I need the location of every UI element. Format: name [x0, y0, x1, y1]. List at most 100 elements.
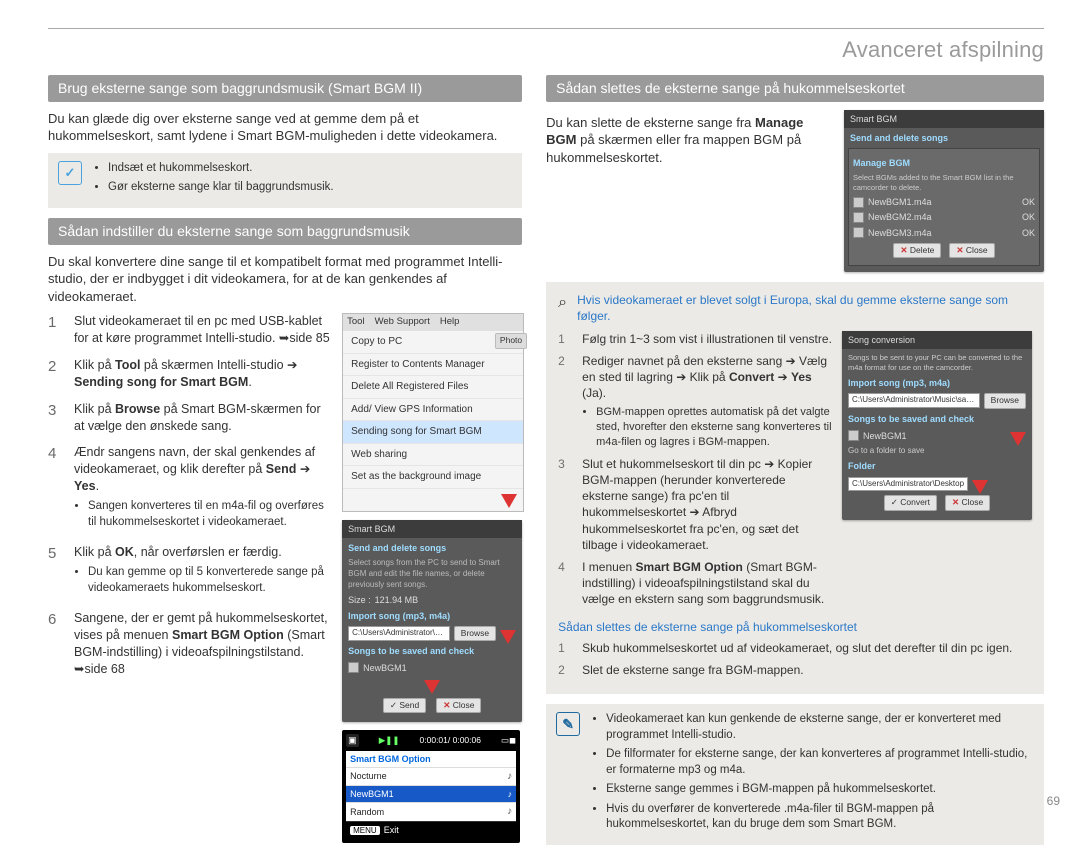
check-icon: [58, 161, 82, 185]
note-item: Eksterne sange gemmes i BGM-mappen på hu…: [606, 782, 1034, 798]
close-button[interactable]: ✕ Close: [436, 698, 481, 713]
delete-steps: 1Skub hukommelseskortet ud af videokamer…: [558, 640, 1032, 678]
song-item: NewBGM1: [863, 430, 907, 442]
info-step-4: I menuen Smart BGM Option (Smart BGM-ind…: [582, 559, 832, 608]
left-column: Brug eksterne sange som baggrundsmusik (…: [48, 75, 522, 855]
intelli-studio-menu: Tool Web Support Help Copy to PC Registe…: [342, 313, 524, 512]
info-lead: Hvis videokameraet er blevet solgt i Eur…: [577, 292, 1032, 324]
red-arrow-icon: [501, 494, 517, 508]
prereq-item: Indsæt et hukommelseskort.: [108, 161, 334, 177]
menu-item[interactable]: Register to Contents Manager: [343, 354, 523, 377]
delete-section-title: Sådan slettes de eksterne sange på hukom…: [558, 619, 1032, 635]
step-3: Klik på Browse på Smart BGM-skærmen for …: [74, 401, 332, 435]
smart-bgm-panel: Smart BGM Send and delete songs Select s…: [342, 520, 522, 722]
note-item: Hvis du overfører de konverterede .m4a-f…: [606, 802, 1034, 833]
browse-button[interactable]: Browse: [454, 626, 496, 641]
menu-item-sending-song[interactable]: Sending song for Smart BGM: [343, 421, 523, 444]
europe-infobox: Hvis videokameraet er blevet solgt i Eur…: [546, 282, 1044, 694]
delete-step-2: Slet de eksterne sange fra BGM-mappen.: [582, 662, 1032, 678]
battery-icon: ▭◼: [501, 735, 516, 746]
play-time: 0:00:01/ 0:00:06: [420, 735, 481, 746]
song-item: NewBGM1: [363, 662, 407, 674]
checkbox-icon[interactable]: [848, 430, 859, 441]
panel-title: Smart BGM: [342, 520, 522, 538]
folder-label: Folder: [848, 460, 1026, 472]
right-lead: Du kan slette de eksterne sange fra Mana…: [546, 114, 834, 167]
delete-button[interactable]: ✕ Delete: [893, 243, 941, 258]
panel-hint: Select songs from the PC to send to Smar…: [348, 558, 516, 590]
step-5-sub: Du kan gemme op til 5 konverterede sange…: [88, 565, 332, 596]
import-label: Import song (mp3, m4a): [848, 377, 1026, 389]
prereq-item: Gør eksterne sange klar til baggrundsmus…: [108, 180, 334, 196]
panel-title: Smart BGM: [850, 114, 897, 124]
go-label: Go to a folder to save: [848, 446, 1026, 457]
step-2: Klik på Tool på skærmen Intelli-studio ➔…: [74, 357, 332, 391]
bgm-option-row[interactable]: Random♪: [346, 802, 516, 821]
size-label: Size :: [348, 594, 371, 606]
manage-row[interactable]: NewBGM2.m4aOK: [853, 211, 1035, 223]
panel-sub: Send and delete songs: [850, 132, 1038, 144]
close-button[interactable]: ✕ Close: [949, 243, 994, 258]
prereq-list: Indsæt et hukommelseskort. Gør eksterne …: [92, 161, 334, 200]
step-1: Slut videokameraet til en pc med USB-kab…: [74, 313, 332, 347]
page-title: Avanceret afspilning: [48, 35, 1044, 65]
pen-icon: [556, 712, 580, 736]
left-banner-1: Brug eksterne sange som baggrundsmusik (…: [48, 75, 522, 102]
right-column: Sådan slettes de eksterne sange på hukom…: [546, 75, 1044, 855]
panel-title: Song conversion: [842, 331, 1032, 349]
songs-to-send-label: Songs to be saved and check: [348, 645, 516, 657]
red-arrow-icon: [500, 630, 516, 644]
bgm-option-row[interactable]: Nocturne♪: [346, 767, 516, 786]
inner-hint: Select BGMs added to the Smart BGM list …: [853, 173, 1035, 193]
playback-overlay: ▣ ▶❚❚ 0:00:01/ 0:00:06 ▭◼ Smart BGM Opti…: [342, 730, 520, 842]
red-arrow-icon: [972, 480, 988, 494]
left-steps-area: 1Slut videokameraet til en pc med USB-ka…: [48, 313, 522, 842]
browse-button[interactable]: Browse: [984, 393, 1026, 408]
size-value: 121.94 MB: [375, 594, 419, 606]
menu-item[interactable]: Add/ View GPS Information: [343, 399, 523, 422]
top-rule: [48, 28, 1044, 29]
left-lead-2: Du skal konvertere dine sange til et kom…: [48, 253, 522, 306]
note-item: Videokameraet kan kun genkende de ekster…: [606, 712, 1034, 743]
step-5: Klik på OK, når overførslen er færdig. D…: [74, 544, 332, 600]
convert-button[interactable]: ✓ Convert: [884, 495, 937, 510]
menu-help[interactable]: Help: [440, 316, 460, 329]
manage-row[interactable]: NewBGM1.m4aOK: [853, 196, 1035, 208]
magnifier-icon: [558, 292, 567, 314]
left-screenshots: Tool Web Support Help Copy to PC Registe…: [342, 313, 522, 842]
checkbox-icon[interactable]: [348, 662, 359, 673]
step-4-sub: Sangen konverteres til en m4a-fil og ove…: [88, 499, 332, 530]
step-4: Ændr sangens navn, der skal genkendes af…: [74, 444, 332, 534]
menu-item[interactable]: Delete All Registered Files: [343, 376, 523, 399]
send-button[interactable]: ✓ Send: [383, 698, 426, 713]
menu-item[interactable]: Set as the background image: [343, 466, 523, 489]
prereq-callout: Indsæt et hukommelseskort. Gør eksterne …: [48, 153, 522, 208]
right-banner: Sådan slettes de eksterne sange på hukom…: [546, 75, 1044, 102]
exit-row[interactable]: MENUExit: [346, 821, 516, 839]
folder-path-field[interactable]: C:\Users\Administrator\Desktop: [848, 477, 968, 492]
menu-tool[interactable]: Tool: [347, 316, 364, 329]
info-steps: 1Følg trin 1~3 som vist i illustrationen…: [558, 331, 832, 608]
smart-bgm-option-title: Smart BGM Option: [346, 751, 516, 767]
delete-step-1: Skub hukommelseskortet ud af videokamera…: [582, 640, 1032, 656]
manual-page: Avanceret afspilning Brug eksterne sange…: [0, 0, 1080, 825]
info-step-2: Rediger navnet på den eksterne sang ➔ Væ…: [582, 353, 832, 450]
song-conversion-panel: Song conversion Songs to be sent to your…: [842, 331, 1032, 520]
page-number: 69: [1047, 793, 1060, 809]
film-icon: ▣: [346, 734, 359, 746]
import-path-field[interactable]: C:\Users\Administrator\Music\sample.m4a: [848, 393, 980, 408]
songs-to-send-label: Songs to be saved and check: [848, 413, 1026, 425]
manage-row[interactable]: NewBGM3.m4aOK: [853, 227, 1035, 239]
bgm-option-row-selected[interactable]: NewBGM1♪: [346, 785, 516, 802]
close-button[interactable]: ✕ Close: [945, 495, 990, 510]
panel-hint: Songs to be sent to your PC can be conve…: [848, 353, 1026, 373]
menu-websupport[interactable]: Web Support: [375, 316, 430, 329]
import-path-field[interactable]: C:\Users\Administrator\Music\sample.m4a: [348, 626, 450, 641]
inner-title: Manage BGM: [853, 157, 1035, 169]
step-6: Sangene, der er gemt på hukommelseskorte…: [74, 610, 332, 678]
final-notes: Videokameraet kan kun genkende de ekster…: [546, 704, 1044, 845]
manage-bgm-panel: Smart BGM Send and delete songs Manage B…: [844, 110, 1044, 273]
left-steps: 1Slut videokameraet til en pc med USB-ka…: [48, 313, 332, 677]
right-lead-area: Du kan slette de eksterne sange fra Mana…: [546, 110, 1044, 273]
menu-item[interactable]: Web sharing: [343, 444, 523, 467]
